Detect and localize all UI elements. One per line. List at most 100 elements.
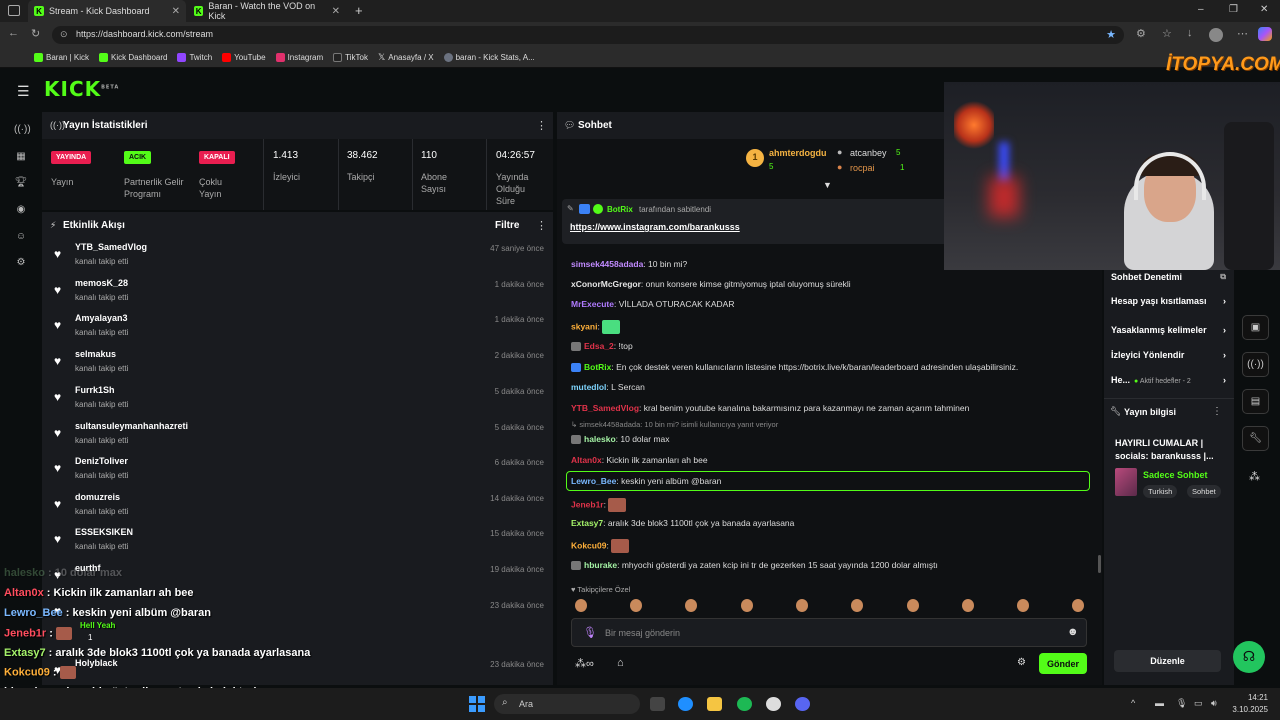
- tag-chip[interactable]: Sohbet: [1187, 485, 1221, 498]
- activity-username[interactable]: domuzreis: [75, 492, 120, 502]
- layout-icon[interactable]: ▤: [1242, 389, 1269, 414]
- chat-username[interactable]: Altan0x: [571, 455, 602, 465]
- bookmark-twitch[interactable]: Twitch: [177, 53, 212, 62]
- chat-username[interactable]: Lewro_Bee: [571, 476, 616, 486]
- leader-name[interactable]: ahmterdogdu: [769, 148, 827, 158]
- chat-username[interactable]: Jeneb1r: [571, 499, 604, 509]
- profile-avatar[interactable]: [1209, 28, 1223, 42]
- tag-chip[interactable]: Turkish: [1143, 485, 1178, 498]
- chat-username[interactable]: skyani: [571, 321, 597, 331]
- clock-date[interactable]: 3.10.2025: [1228, 705, 1268, 714]
- stats-more-icon[interactable]: ⋮: [536, 119, 547, 132]
- channel-points-icon[interactable]: ⁂∞: [575, 657, 594, 670]
- bookmark-baran-kick[interactable]: Baran | Kick: [34, 53, 89, 62]
- expand-leaderboard-icon[interactable]: ▼: [823, 180, 832, 190]
- favorite-star-icon[interactable]: ★: [1106, 28, 1116, 41]
- activity-username[interactable]: selmakus: [75, 349, 116, 359]
- chat-username[interactable]: xConorMcGregor: [571, 279, 641, 289]
- bookmark-instagram[interactable]: Instagram: [275, 53, 323, 62]
- spotify-icon[interactable]: [737, 697, 752, 711]
- sidebar-item[interactable]: Yasaklanmış kelimeler ›: [1111, 325, 1226, 335]
- emote-icon[interactable]: [1072, 599, 1084, 612]
- sidebar-item[interactable]: He... ● Aktif hedefler - 2 ›: [1111, 375, 1226, 385]
- emote-icon[interactable]: [741, 599, 753, 612]
- activity-username[interactable]: ESSEKSIKEN: [75, 527, 133, 537]
- chat-username[interactable]: MrExecute: [571, 299, 614, 309]
- bookmark-x[interactable]: 𝕏 Anasayfa / X: [378, 52, 434, 63]
- emote-icon[interactable]: [851, 599, 863, 612]
- activity-username[interactable]: YTB_SamedVlog: [75, 242, 147, 252]
- emote-icon[interactable]: [1017, 599, 1029, 612]
- send-button[interactable]: Gönder: [1039, 653, 1087, 674]
- leader-name[interactable]: rocpai: [850, 163, 875, 173]
- broadcast-icon[interactable]: ((·)): [1242, 352, 1269, 377]
- close-window-button[interactable]: ✕: [1260, 4, 1268, 15]
- network-icon[interactable]: ▭: [1194, 698, 1203, 709]
- emote-icon[interactable]: [962, 599, 974, 612]
- new-tab-button[interactable]: +: [355, 3, 363, 18]
- chat-username[interactable]: mutedlol: [571, 382, 606, 392]
- stream-info-more-icon[interactable]: ⋮: [1212, 406, 1222, 417]
- site-info-icon[interactable]: ⊙: [60, 29, 68, 40]
- maximize-button[interactable]: ❐: [1229, 4, 1238, 15]
- task-view-icon[interactable]: [650, 697, 665, 711]
- bookmark-kick-stats[interactable]: baran - Kick Stats, A...: [443, 53, 535, 62]
- activity-username[interactable]: Holyblack: [75, 658, 118, 668]
- taskbar-search[interactable]: ⌕ Ara: [494, 694, 640, 714]
- extensions-icon[interactable]: ⚙: [1136, 27, 1146, 40]
- tray-chevron-icon[interactable]: ^: [1131, 698, 1135, 708]
- trophy-icon[interactable]: 🏆︎: [14, 177, 28, 191]
- edit-button[interactable]: Düzenle: [1114, 650, 1221, 672]
- chat-settings-icon[interactable]: ⚙: [1017, 657, 1026, 668]
- kick-logo[interactable]: KICKBETA: [44, 77, 119, 101]
- emote-icon[interactable]: [630, 599, 642, 612]
- settings-gear-icon[interactable]: ⚙: [14, 257, 28, 271]
- refresh-icon[interactable]: ↻: [31, 27, 40, 40]
- favorites-icon[interactable]: ☆: [1162, 27, 1172, 40]
- clock-time[interactable]: 14:21: [1230, 693, 1268, 702]
- sidebar-item[interactable]: Sohbet Denetimi ⧉: [1111, 272, 1226, 282]
- chat-username[interactable]: Kokcu09: [571, 540, 606, 550]
- activity-username[interactable]: sultansuleymanhanhazreti: [75, 421, 188, 431]
- category-name[interactable]: Sadece Sohbet: [1143, 470, 1208, 480]
- emote-icon[interactable]: [796, 599, 808, 612]
- microphone-icon[interactable]: 🎙︎: [583, 626, 597, 639]
- more-menu-icon[interactable]: ⋯: [1237, 27, 1248, 40]
- filter-button[interactable]: Filtre: [495, 220, 519, 231]
- activity-username[interactable]: DenizToliver: [75, 456, 128, 466]
- tab-stream-dashboard[interactable]: K Stream - Kick Dashboard ✕: [28, 0, 186, 22]
- activity-more-icon[interactable]: ⋮: [536, 219, 547, 232]
- bookmark-tiktok[interactable]: TikTok: [333, 53, 368, 62]
- chat-username[interactable]: simsek4458adada: [571, 259, 643, 269]
- hamburger-menu-icon[interactable]: ☰: [17, 83, 30, 100]
- community-icon[interactable]: ☺: [14, 231, 28, 245]
- copilot-icon[interactable]: [1258, 27, 1272, 41]
- downloads-icon[interactable]: ↓: [1187, 27, 1193, 39]
- tray-app-icon[interactable]: ▬: [1155, 698, 1164, 708]
- leader-name[interactable]: atcanbey: [850, 148, 887, 158]
- back-icon[interactable]: ←: [8, 27, 19, 39]
- popout-icon[interactable]: ⧉: [1220, 272, 1226, 282]
- analytics-icon[interactable]: ▦: [14, 151, 28, 165]
- chat-input[interactable]: 🎙︎ Bir mesaj gönderin ☻: [571, 618, 1087, 647]
- activity-username[interactable]: Furrk1Sh: [75, 385, 115, 395]
- url-input[interactable]: ⊙ https://dashboard.kick.com/stream ★: [52, 26, 1124, 44]
- chat-username[interactable]: hburake: [584, 560, 617, 570]
- chat-username[interactable]: Edsa_2: [584, 341, 614, 351]
- integrations-icon[interactable]: ⁂: [1249, 470, 1260, 483]
- support-chat-icon[interactable]: ☊: [1233, 641, 1265, 673]
- file-explorer-icon[interactable]: [707, 697, 722, 711]
- discord-icon[interactable]: [795, 697, 810, 711]
- store-icon[interactable]: ⌂: [617, 657, 624, 669]
- minimize-button[interactable]: –: [1198, 4, 1204, 15]
- microphone-tray-icon[interactable]: 🎙︎: [1176, 698, 1187, 709]
- bookmark-youtube[interactable]: YouTube: [222, 53, 266, 62]
- sidebar-item[interactable]: İzleyici Yönlendir ›: [1111, 350, 1226, 360]
- emote-icon[interactable]: [685, 599, 697, 612]
- chat-username[interactable]: Extasy7: [571, 518, 603, 528]
- windows-start-icon[interactable]: [469, 696, 485, 712]
- tab-vod[interactable]: K Baran - Watch the VOD on Kick ✕: [188, 0, 346, 22]
- chat-scrollbar[interactable]: [1098, 555, 1101, 573]
- volume-icon[interactable]: 🔊︎: [1211, 698, 1217, 709]
- chat-icon[interactable]: ▣: [1242, 315, 1269, 340]
